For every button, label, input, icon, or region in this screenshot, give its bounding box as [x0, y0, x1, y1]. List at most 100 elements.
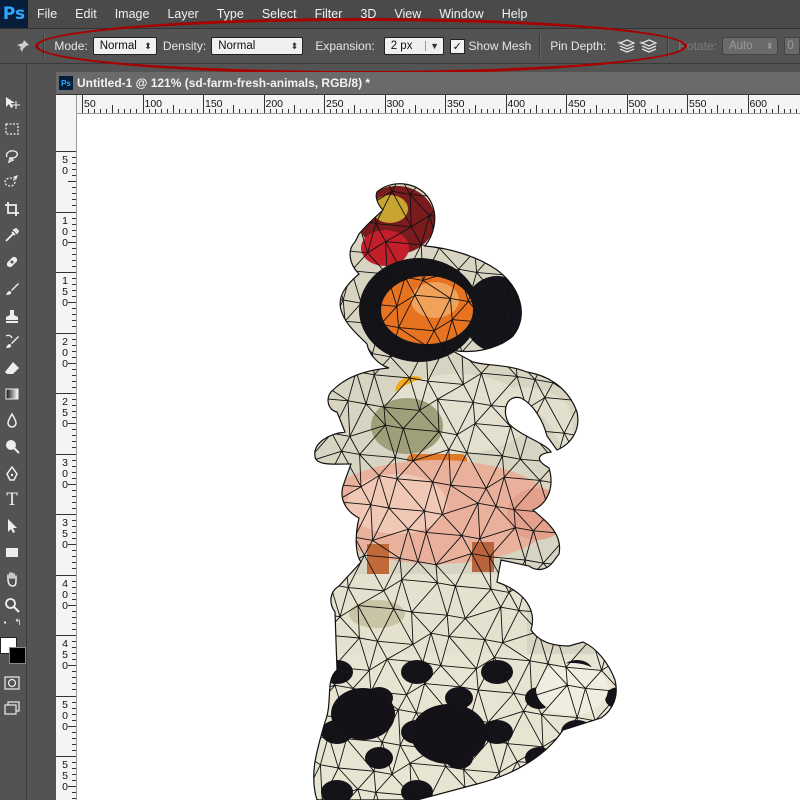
ruler-minor-tick: [72, 193, 76, 195]
ruler-tick: [82, 95, 83, 113]
density-label: Density:: [162, 39, 207, 53]
expansion-label: Expansion:: [315, 39, 375, 53]
ruler-label: 150: [205, 98, 223, 110]
puppet-warp-artwork[interactable]: [77, 114, 800, 800]
default-colors-icon[interactable]: ▪: [0, 617, 10, 627]
ruler-minor-tick: [215, 109, 217, 113]
screen-mode-icon[interactable]: [1, 697, 23, 719]
quick-selection-icon[interactable]: [1, 171, 23, 193]
history-brush-icon[interactable]: [1, 331, 23, 353]
ruler-tick: [203, 95, 204, 113]
ruler-minor-tick: [72, 610, 76, 612]
ruler-minor-tick: [305, 109, 307, 113]
ruler-minor-tick: [72, 187, 76, 189]
ruler-minor-tick: [72, 743, 76, 745]
crop-tool-icon[interactable]: [1, 198, 23, 220]
photoshop-logo: Ps: [0, 0, 28, 28]
ruler-minor-tick: [578, 109, 580, 113]
pin-backward-icon[interactable]: +: [639, 37, 658, 55]
quick-mask-icon[interactable]: [1, 672, 23, 694]
eraser-icon[interactable]: [1, 357, 23, 379]
marquee-tool-icon[interactable]: [1, 118, 23, 140]
ruler-minor-tick: [426, 109, 428, 113]
document-tab[interactable]: Ps Untitled-1 @ 121% (sd-farm-fresh-anim…: [56, 72, 800, 95]
ruler-minor-tick: [72, 792, 76, 794]
tools-panel: T ▪ ↰: [0, 65, 27, 800]
ruler-minor-tick: [72, 489, 76, 491]
ruler-minor-tick: [656, 105, 658, 113]
gradient-icon[interactable]: [1, 383, 23, 405]
blur-tool-icon[interactable]: [1, 409, 23, 431]
ruler-minor-tick: [72, 586, 76, 588]
path-selection-icon[interactable]: [1, 515, 23, 537]
brush-tool-icon[interactable]: [1, 278, 23, 300]
ruler-minor-tick: [72, 350, 76, 352]
ruler-minor-tick: [68, 181, 76, 183]
ruler-minor-tick: [172, 105, 174, 113]
chevron-down-icon[interactable]: ▼: [425, 41, 439, 51]
ruler-minor-tick: [777, 105, 779, 113]
ruler-minor-tick: [257, 109, 259, 113]
ruler-minor-tick: [72, 622, 76, 624]
menu-image[interactable]: Image: [106, 0, 159, 28]
ruler-minor-tick: [72, 731, 76, 733]
menu-layer[interactable]: Layer: [158, 0, 207, 28]
move-tool-icon[interactable]: [1, 92, 23, 114]
hand-tool-icon[interactable]: [1, 568, 23, 590]
menu-help[interactable]: Help: [493, 0, 537, 28]
ruler-minor-tick: [72, 284, 76, 286]
ruler-minor-tick: [487, 109, 489, 113]
ruler-tick: [56, 332, 76, 334]
swap-colors-icon[interactable]: ↰: [13, 617, 23, 627]
menu-view[interactable]: View: [385, 0, 430, 28]
background-color-swatch[interactable]: [9, 647, 26, 664]
pin-forward-icon[interactable]: +: [617, 37, 636, 55]
ruler-minor-tick: [72, 205, 76, 207]
updown-arrow-icon: ⬍: [144, 40, 152, 51]
ruler-label: 200: [62, 335, 68, 370]
ruler-minor-tick: [72, 683, 76, 685]
ruler-minor-tick: [795, 109, 797, 113]
ruler-minor-tick: [293, 105, 295, 113]
menu-filter[interactable]: Filter: [306, 0, 352, 28]
ruler-minor-tick: [72, 314, 76, 316]
ruler-minor-tick: [317, 109, 319, 113]
ruler-minor-tick: [68, 725, 76, 727]
ruler-tick: [626, 95, 628, 113]
eyedropper-icon[interactable]: [1, 224, 23, 246]
density-value: Normal: [218, 40, 256, 52]
rectangle-tool-icon[interactable]: [1, 541, 23, 563]
menu-select[interactable]: Select: [253, 0, 306, 28]
ruler-minor-tick: [68, 241, 76, 243]
menu-edit[interactable]: Edit: [66, 0, 106, 28]
pushpin-icon[interactable]: [14, 37, 31, 55]
ruler-minor-tick: [523, 109, 525, 113]
document-canvas[interactable]: [77, 114, 800, 800]
menu-window[interactable]: Window: [430, 0, 492, 28]
density-select[interactable]: Normal ⬍: [211, 37, 304, 55]
ruler-minor-tick: [68, 362, 76, 364]
ruler-minor-tick: [68, 786, 76, 788]
ruler-minor-tick: [547, 109, 549, 113]
mode-select[interactable]: Normal ⬍: [92, 37, 157, 55]
lasso-tool-icon[interactable]: [1, 145, 23, 167]
ruler-minor-tick: [72, 737, 76, 739]
ruler-tick: [56, 574, 76, 576]
vertical-ruler[interactable]: 50 100 150 200 250 300 350 400 450 500 550: [56, 95, 77, 800]
ruler-minor-tick: [251, 109, 253, 113]
clone-stamp-icon[interactable]: [1, 305, 23, 327]
pen-tool-icon[interactable]: [1, 463, 23, 485]
ruler-minor-tick: [72, 598, 76, 600]
healing-brush-icon[interactable]: [1, 251, 23, 273]
expansion-input[interactable]: 2 px ▼: [383, 37, 444, 55]
type-tool-icon[interactable]: T: [1, 489, 23, 511]
panel-gutter: [27, 65, 55, 800]
menu-type[interactable]: Type: [208, 0, 253, 28]
show-mesh-checkbox[interactable]: ✓: [450, 38, 465, 54]
dodge-tool-icon[interactable]: [1, 435, 23, 457]
menu-file[interactable]: File: [28, 0, 66, 28]
zoom-tool-icon[interactable]: [1, 594, 23, 616]
ruler-minor-tick: [729, 109, 731, 113]
menu-3d[interactable]: 3D: [351, 0, 385, 28]
horizontal-ruler[interactable]: 50 100 150 200 250 300 350 400 450 500 550 600: [76, 95, 800, 114]
